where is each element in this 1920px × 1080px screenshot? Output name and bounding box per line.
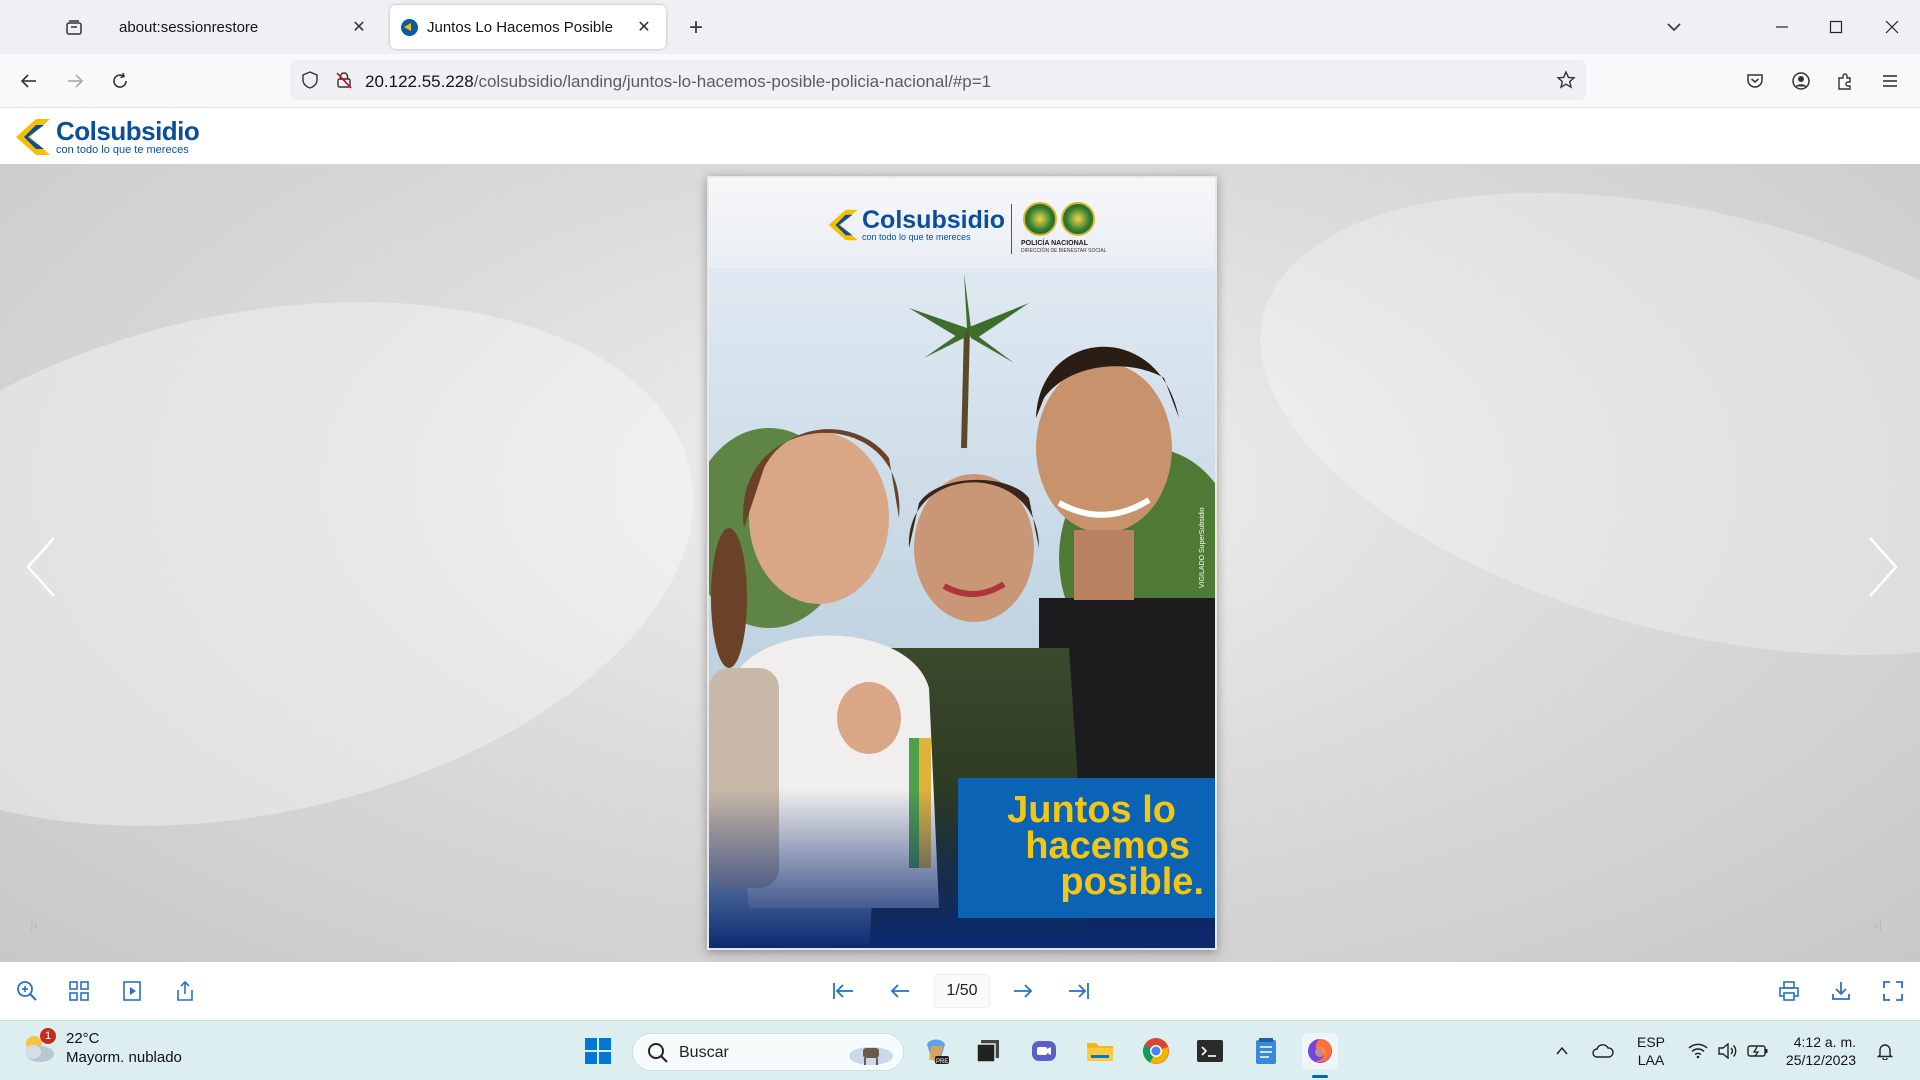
menu-hamburger-icon[interactable] [1873,64,1907,98]
close-window-button[interactable] [1872,10,1912,44]
copilot-icon[interactable]: PRE [918,1033,954,1069]
insecure-lock-icon[interactable] [332,68,356,92]
police-crest-seal-icon [1061,202,1095,236]
police-shield-seal-icon [1023,202,1057,236]
thumbnails-grid-icon[interactable] [64,976,94,1006]
maximize-button[interactable] [1816,10,1856,44]
onedrive-cloud-icon[interactable] [1588,1021,1618,1080]
clock-time: 4:12 a. m. [1793,1034,1856,1050]
share-icon[interactable] [170,976,200,1006]
cover-logo-tagline: con todo lo que te mereces [862,232,971,242]
clock-date: 25/12/2023 [1785,1052,1856,1068]
cover-logo-name: Colsubsidio [862,206,1006,234]
close-icon[interactable]: ✕ [632,15,656,39]
battery-charging-icon[interactable] [1744,1021,1772,1080]
site-header: Colsubsidio con todo lo que te mereces [0,108,1920,164]
chrome-icon[interactable] [1138,1033,1174,1069]
pocket-icon[interactable] [1738,64,1772,98]
autoplay-icon[interactable] [117,976,147,1006]
tab-title: about:sessionrestore [119,19,259,36]
last-page-small-icon[interactable]: ›| [1874,916,1890,932]
cover-headline-banner: Juntos lo hacemos posible. [958,778,1215,918]
show-hidden-icons-chevron-icon[interactable] [1550,1021,1574,1080]
forward-button[interactable] [58,64,92,98]
task-view-icon[interactable] [970,1033,1006,1069]
page-counter[interactable]: 1/50 [934,974,990,1008]
teams-meet-icon[interactable] [1026,1033,1062,1069]
search-icon [648,1043,668,1063]
vigilado-note: VIGILADO SuperSubsidio [1199,507,1206,588]
tracking-protection-shield-icon[interactable] [298,68,322,92]
logo-tagline: con todo lo que te mereces [56,144,189,156]
reload-button[interactable] [103,64,137,98]
taskbar-search-input[interactable]: Buscar [632,1033,904,1071]
file-explorer-icon[interactable] [1082,1033,1118,1069]
windows-start-icon[interactable] [580,1033,616,1069]
weather-temp: 22°C [66,1030,100,1047]
headline-line-2: hacemos [1025,825,1190,867]
print-icon[interactable] [1774,976,1804,1006]
previous-page-icon[interactable] [885,976,915,1006]
colsubsidio-logo[interactable]: Colsubsidio con todo lo que te mereces [14,115,200,159]
colsubsidio-k-icon [16,119,50,155]
new-tab-button[interactable]: + [680,12,712,44]
tab-list-icon[interactable] [58,12,90,44]
fullscreen-icon[interactable] [1878,976,1908,1006]
volume-icon[interactable] [1714,1021,1742,1080]
account-icon[interactable] [1784,64,1818,98]
active-app-indicator [1312,1075,1328,1078]
language-code: ESP [1636,1034,1665,1050]
colsubsidio-favicon-icon [401,19,418,36]
first-page-icon[interactable] [828,976,858,1006]
zoom-in-icon[interactable] [12,976,42,1006]
previous-page-arrow-icon[interactable] [22,534,62,600]
search-placeholder: Buscar [679,1044,729,1061]
police-name: POLICÍA NACIONAL [1021,240,1089,247]
close-icon[interactable]: ✕ [347,15,371,39]
back-button[interactable] [12,64,46,98]
notifications-bell-icon[interactable] [1870,1021,1900,1080]
flipbook-page-cover[interactable]: Colsubsidio con todo lo que te mereces P… [707,176,1217,950]
flipbook-toolbar: 1/50 [0,962,1920,1020]
logo-name: Colsubsidio [56,116,200,146]
next-page-arrow-icon[interactable] [1862,534,1902,600]
download-icon[interactable] [1826,976,1856,1006]
cover-logo-divider [1011,204,1012,254]
notepad-icon[interactable] [1248,1033,1284,1069]
url-bar[interactable]: 20.122.55.228/colsubsidio/landing/juntos… [290,60,1586,100]
list-all-tabs-chevron-icon[interactable] [1654,10,1694,44]
tab-sessionrestore[interactable]: about:sessionrestore ✕ [103,5,381,49]
police-subtitle: DIRECCIÓN DE BIENESTAR SOCIAL [1021,248,1107,254]
svg-text:PRE: PRE [936,1059,948,1065]
search-highlight-icon [849,1047,893,1065]
url-text: 20.122.55.228/colsubsidio/landing/juntos… [365,72,992,91]
firefox-icon[interactable] [1302,1033,1338,1069]
wifi-icon[interactable] [1684,1021,1712,1080]
terminal-icon[interactable] [1192,1033,1228,1069]
headline-line-3: posible. [1060,861,1204,903]
colsubsidio-k-icon [828,209,858,241]
minimize-button[interactable] [1762,10,1802,44]
weather-widget[interactable]: 1 22°C Mayorm. nublado [20,1028,182,1067]
extensions-puzzle-icon[interactable] [1828,64,1862,98]
windows-taskbar: 1 22°C Mayorm. nublado Buscar PRE ESP LA… [0,1020,1920,1080]
bookmark-star-icon[interactable] [1554,68,1578,92]
browser-nav-bar: 20.122.55.228/colsubsidio/landing/juntos… [0,54,1920,108]
cloudy-night-icon: 1 [20,1028,56,1064]
keyboard-layout: LAA [1637,1052,1665,1068]
first-page-small-icon[interactable]: |‹ [30,916,46,932]
taskbar-clock[interactable]: 4:12 a. m. 25/12/2023 [1780,1033,1856,1069]
language-indicator[interactable]: ESP LAA [1636,1033,1666,1069]
tab-title: Juntos Lo Hacemos Posible [427,19,613,36]
cover-colsubsidio-logo: Colsubsidio con todo lo que te mereces [827,208,1005,242]
tab-juntos[interactable]: Juntos Lo Hacemos Posible ✕ [390,5,666,49]
weather-description: Mayorm. nublado [66,1049,182,1066]
headline-line-1: Juntos lo [1007,789,1176,831]
weather-badge: 1 [40,1028,56,1044]
last-page-icon[interactable] [1064,976,1094,1006]
next-page-icon[interactable] [1008,976,1038,1006]
flipbook-viewer: |‹ ›| Colsubsidio con todo lo que te mer… [0,164,1920,962]
browser-tab-bar: about:sessionrestore ✕ Juntos Lo Hacemos… [0,0,1920,54]
